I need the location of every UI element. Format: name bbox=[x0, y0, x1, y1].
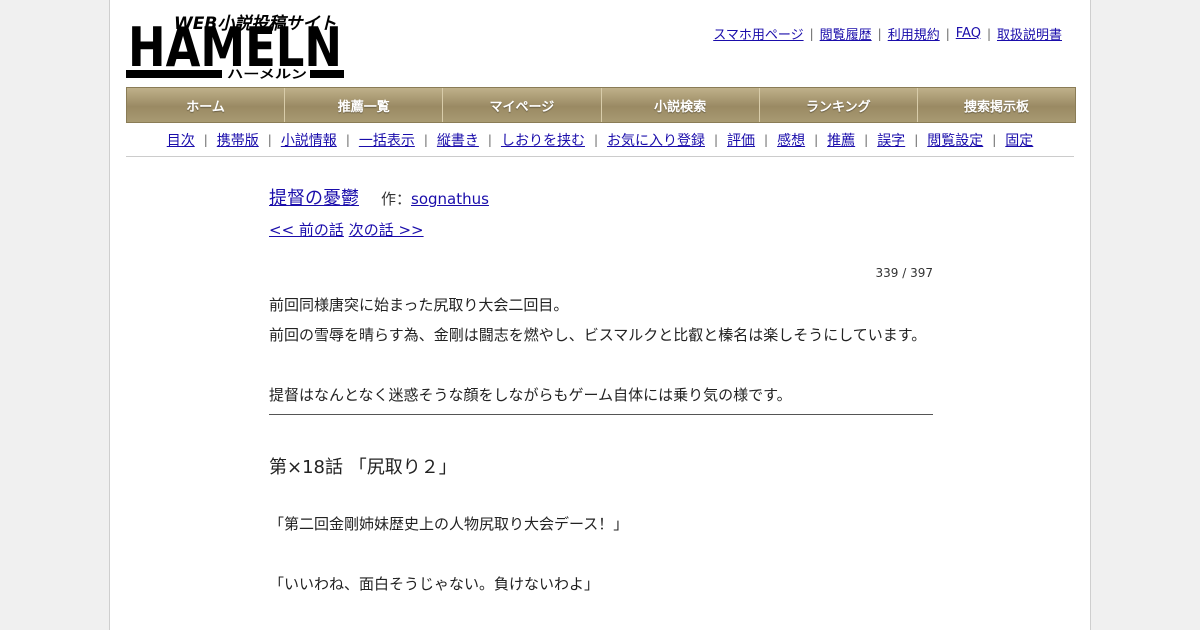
chapter-title: 第×18話 「尻取り２」 bbox=[269, 457, 457, 478]
nav-recommend[interactable]: 推薦一覧 bbox=[285, 88, 444, 122]
author-link[interactable]: sognathus bbox=[411, 190, 489, 208]
subnav-view-settings[interactable]: 閲覧設定 bbox=[927, 130, 983, 150]
subnav-toc[interactable]: 目次 bbox=[167, 130, 195, 150]
logo-bar-right bbox=[310, 70, 344, 78]
separator: | bbox=[914, 133, 919, 147]
separator: | bbox=[345, 133, 350, 147]
preface-divider bbox=[269, 414, 933, 415]
separator: | bbox=[423, 133, 428, 147]
author-label: 作： bbox=[381, 190, 412, 208]
header-divider bbox=[126, 156, 1074, 157]
subnav-typo[interactable]: 誤字 bbox=[877, 130, 905, 150]
next-episode-link[interactable]: 次の話 >> bbox=[349, 221, 424, 239]
subnav-favorite[interactable]: お気に入り登録 bbox=[607, 130, 705, 150]
subnav-mobile[interactable]: 携帯版 bbox=[217, 130, 259, 150]
link-faq[interactable]: FAQ bbox=[956, 26, 981, 41]
subnav-vertical[interactable]: 縦書き bbox=[437, 130, 479, 150]
logo-bar-left bbox=[126, 70, 222, 78]
page-container: WEB小説投稿サイト HAMELN ハーメルン スマホ用ページ | 閲覧履歴 |… bbox=[109, 0, 1091, 630]
separator: | bbox=[986, 26, 991, 41]
main-nav: ホーム 推薦一覧 マイページ 小説検索 ランキング 捜索掲示板 bbox=[126, 87, 1076, 123]
separator: | bbox=[877, 26, 882, 41]
separator: | bbox=[945, 26, 950, 41]
body-paragraph: 「いいわね、面白そうじゃない。負けないわよ」 bbox=[269, 575, 600, 593]
link-history[interactable]: 閲覧履歴 bbox=[820, 24, 872, 43]
separator: | bbox=[809, 26, 814, 41]
separator: | bbox=[487, 133, 492, 147]
subnav-show-all[interactable]: 一括表示 bbox=[359, 130, 415, 150]
separator: | bbox=[203, 133, 208, 147]
top-links: スマホ用ページ | 閲覧履歴 | 利用規約 | FAQ | 取扱説明書 bbox=[713, 24, 1062, 43]
title-row: 提督の憂鬱 作： sognathus bbox=[269, 184, 933, 210]
chapter-content: 提督の憂鬱 作： sognathus << 前の話 次の話 >> 339 / 3… bbox=[269, 184, 933, 629]
subnav-recommend[interactable]: 推薦 bbox=[827, 130, 855, 150]
subnav-novel-info[interactable]: 小説情報 bbox=[281, 130, 337, 150]
chapter-body: 「第二回金剛姉妹歴史上の人物尻取り大会デース！」 「いいわね、面白そうじゃない。… bbox=[269, 509, 933, 599]
separator: | bbox=[714, 133, 719, 147]
link-smartphone[interactable]: スマホ用ページ bbox=[713, 24, 803, 43]
preface-line: 提督はなんとなく迷惑そうな顔をしながらもゲーム自体には乗り気の様です。 bbox=[269, 386, 792, 404]
preface-line: 前回同様唐突に始まった尻取り大会二回目。 bbox=[269, 296, 569, 314]
subnav-comments[interactable]: 感想 bbox=[777, 130, 805, 150]
separator: | bbox=[267, 133, 272, 147]
body-paragraph: 「第二回金剛姉妹歴史上の人物尻取り大会デース！」 bbox=[269, 515, 629, 533]
logo-kana: ハーメルン bbox=[227, 67, 307, 80]
link-terms[interactable]: 利用規約 bbox=[888, 24, 940, 43]
hameln-logo[interactable]: WEB小説投稿サイト HAMELN ハーメルン bbox=[126, 10, 346, 80]
sub-nav: 目次 | 携帯版 | 小説情報 | 一括表示 | 縦書き | しおりを挟む | … bbox=[126, 130, 1074, 150]
subnav-pin[interactable]: 固定 bbox=[1005, 130, 1033, 150]
nav-home[interactable]: ホーム bbox=[127, 88, 286, 122]
novel-title-link[interactable]: 提督の憂鬱 bbox=[269, 184, 359, 210]
prev-episode-link[interactable]: << 前の話 bbox=[269, 221, 344, 239]
link-manual[interactable]: 取扱説明書 bbox=[997, 24, 1062, 43]
separator: | bbox=[864, 133, 869, 147]
subnav-bookmark[interactable]: しおりを挟む bbox=[501, 130, 585, 150]
separator: | bbox=[992, 133, 997, 147]
separator: | bbox=[764, 133, 769, 147]
nav-board[interactable]: 捜索掲示板 bbox=[917, 88, 1076, 122]
nav-ranking[interactable]: ランキング bbox=[759, 88, 918, 122]
preface-line bbox=[269, 350, 933, 380]
episode-pager: << 前の話 次の話 >> bbox=[269, 219, 933, 240]
preface-line: 前回の雪辱を晴らす為、金剛は闘志を燃やし、ビスマルクと比叡と榛名は楽しそうにして… bbox=[269, 326, 927, 344]
nav-mypage[interactable]: マイページ bbox=[443, 88, 602, 122]
separator: | bbox=[593, 133, 598, 147]
preface: 前回同様唐突に始まった尻取り大会二回目。 前回の雪辱を晴らす為、金剛は闘志を燃や… bbox=[269, 290, 933, 410]
episode-count: 339 / 397 bbox=[875, 266, 933, 280]
separator: | bbox=[814, 133, 819, 147]
nav-search[interactable]: 小説検索 bbox=[601, 88, 760, 122]
subnav-rating[interactable]: 評価 bbox=[727, 130, 755, 150]
